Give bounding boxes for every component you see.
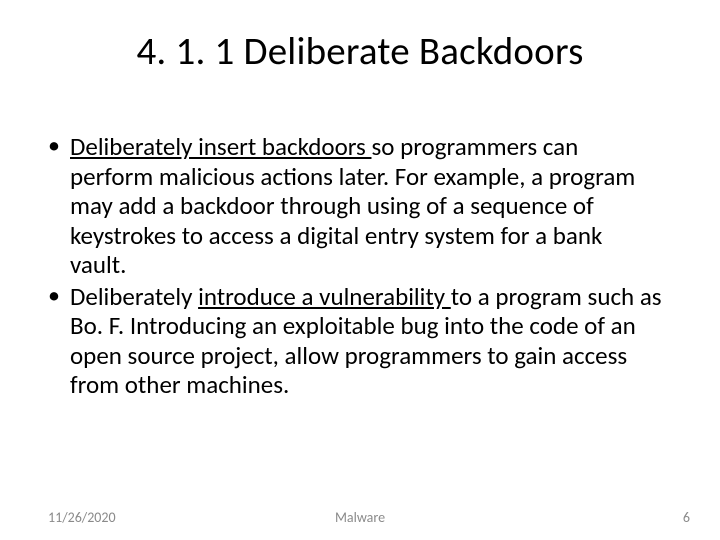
footer-page-number: 6 [683, 509, 690, 526]
bullet-prefix: Deliberately [70, 281, 198, 312]
bullet-list: Deliberately insert backdoors so program… [48, 132, 664, 400]
bullet-lead-underlined: Deliberately insert backdoors [70, 131, 371, 162]
footer-center: Malware [0, 509, 720, 526]
slide-footer: 11/26/2020 Malware 6 [0, 506, 720, 526]
slide-body: Deliberately insert backdoors so program… [48, 132, 664, 402]
slide: 4. 1. 1 Deliberate Backdoors Deliberatel… [0, 0, 720, 540]
bullet-mid-underlined: introduce a vulnerability [198, 281, 451, 312]
bullet-item: Deliberately insert backdoors so program… [48, 132, 664, 280]
bullet-item: Deliberately introduce a vulnerability t… [48, 282, 664, 400]
slide-title: 4. 1. 1 Deliberate Backdoors [0, 28, 720, 75]
